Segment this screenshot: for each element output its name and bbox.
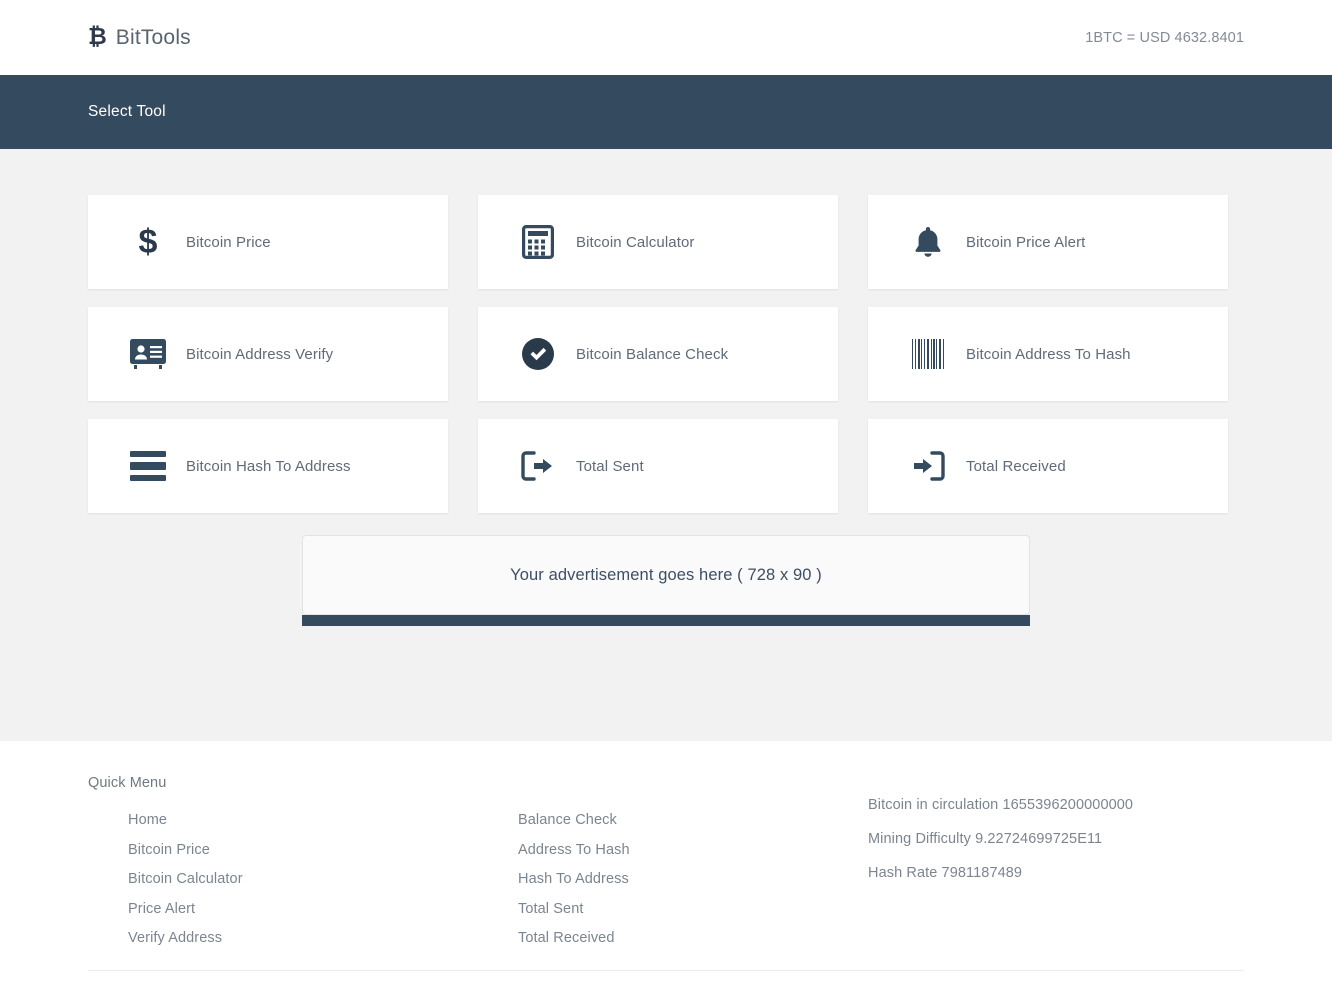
list-item[interactable]: Total Sent bbox=[518, 901, 868, 917]
hamburger-icon bbox=[110, 451, 186, 481]
tool-card-bitcoin-hash-to-address[interactable]: Bitcoin Hash To Address bbox=[88, 419, 448, 513]
advertisement-text: Your advertisement goes here ( 728 x 90 … bbox=[510, 565, 822, 584]
list-item[interactable]: Bitcoin Price bbox=[128, 842, 518, 858]
footer-column-quick-menu: Quick Menu Home Bitcoin Price Bitcoin Ca… bbox=[88, 775, 518, 960]
tool-card-total-received[interactable]: Total Received bbox=[868, 419, 1228, 513]
list-item[interactable]: Verify Address bbox=[128, 930, 518, 946]
list-item[interactable]: Total Received bbox=[518, 930, 868, 946]
sign-out-icon bbox=[500, 451, 576, 481]
list-item[interactable]: Address To Hash bbox=[518, 842, 868, 858]
calculator-icon bbox=[500, 225, 576, 259]
tool-card-label: Bitcoin Address To Hash bbox=[966, 345, 1131, 363]
tool-card-label: Bitcoin Price Alert bbox=[966, 233, 1086, 251]
stat-hash-rate: Hash Rate 7981187489 bbox=[868, 865, 1023, 881]
tool-card-label: Bitcoin Hash To Address bbox=[186, 457, 351, 475]
list-item[interactable]: Price Alert bbox=[128, 901, 518, 917]
tool-card-label: Total Sent bbox=[576, 457, 644, 475]
page-header: ₿ BitTools 1BTC = USD 4632.8401 bbox=[0, 0, 1332, 75]
advertisement-accent-bar bbox=[302, 615, 1030, 626]
stat-mining-difficulty: Mining Difficulty 9.22724699725E11 bbox=[868, 831, 1103, 847]
tool-card-bitcoin-address-to-hash[interactable]: Bitcoin Address To Hash bbox=[868, 307, 1228, 401]
brand-logo[interactable]: ₿ BitTools bbox=[88, 23, 191, 50]
tool-card-label: Bitcoin Balance Check bbox=[576, 345, 729, 363]
advertisement-region: Your advertisement goes here ( 728 x 90 … bbox=[88, 535, 1244, 626]
barcode-icon bbox=[890, 339, 966, 369]
check-circle-icon bbox=[500, 338, 576, 370]
list-item[interactable]: Bitcoin Calculator bbox=[128, 871, 518, 887]
page-footer: Quick Menu Home Bitcoin Price Bitcoin Ca… bbox=[0, 741, 1332, 981]
navbar-title: Select Tool bbox=[88, 103, 166, 120]
footer-menu-middle: Balance Check Address To Hash Hash To Ad… bbox=[518, 812, 868, 946]
tool-card-bitcoin-calculator[interactable]: Bitcoin Calculator bbox=[478, 195, 838, 289]
tool-card-grid: $ Bitcoin Price Bitcoin Calculator Bitco… bbox=[88, 195, 1244, 513]
btc-price-ticker: 1BTC = USD 4632.8401 bbox=[1085, 29, 1244, 46]
footer-menu-left: Home Bitcoin Price Bitcoin Calculator Pr… bbox=[88, 812, 518, 946]
footer-column-network-stats: Bitcoin in circulation 1655396200000000 … bbox=[868, 775, 1228, 960]
dollar-icon: $ bbox=[138, 223, 158, 261]
tool-card-label: Bitcoin Calculator bbox=[576, 233, 695, 251]
list-item[interactable]: Balance Check bbox=[518, 812, 868, 828]
tool-card-label: Total Received bbox=[966, 457, 1066, 475]
tool-card-bitcoin-address-verify[interactable]: Bitcoin Address Verify bbox=[88, 307, 448, 401]
tool-card-label: Bitcoin Address Verify bbox=[186, 345, 334, 363]
id-card-icon bbox=[110, 339, 186, 369]
quick-menu-title: Quick Menu bbox=[88, 775, 167, 791]
bell-icon bbox=[890, 225, 966, 259]
advertisement-placeholder[interactable]: Your advertisement goes here ( 728 x 90 … bbox=[302, 535, 1030, 615]
tool-card-total-sent[interactable]: Total Sent bbox=[478, 419, 838, 513]
footer-column-tools: Balance Check Address To Hash Hash To Ad… bbox=[518, 775, 868, 960]
list-item[interactable]: Home bbox=[128, 812, 518, 828]
tool-card-bitcoin-balance-check[interactable]: Bitcoin Balance Check bbox=[478, 307, 838, 401]
copyright-text: © 2017 BitTools | All Rights Reserved. bbox=[88, 971, 1244, 981]
stat-bitcoin-in-circulation: Bitcoin in circulation 1655396200000000 bbox=[868, 797, 1134, 813]
tool-card-bitcoin-price-alert[interactable]: Bitcoin Price Alert bbox=[868, 195, 1228, 289]
navbar: Select Tool bbox=[0, 75, 1332, 149]
bitcoin-icon: ₿ bbox=[88, 23, 107, 49]
list-item[interactable]: Hash To Address bbox=[518, 871, 868, 887]
main-content: $ Bitcoin Price Bitcoin Calculator Bitco… bbox=[0, 149, 1332, 741]
sign-in-icon bbox=[890, 451, 966, 481]
tool-card-bitcoin-price[interactable]: $ Bitcoin Price bbox=[88, 195, 448, 289]
tool-card-label: Bitcoin Price bbox=[186, 233, 271, 251]
brand-name: BitTools bbox=[115, 25, 191, 49]
